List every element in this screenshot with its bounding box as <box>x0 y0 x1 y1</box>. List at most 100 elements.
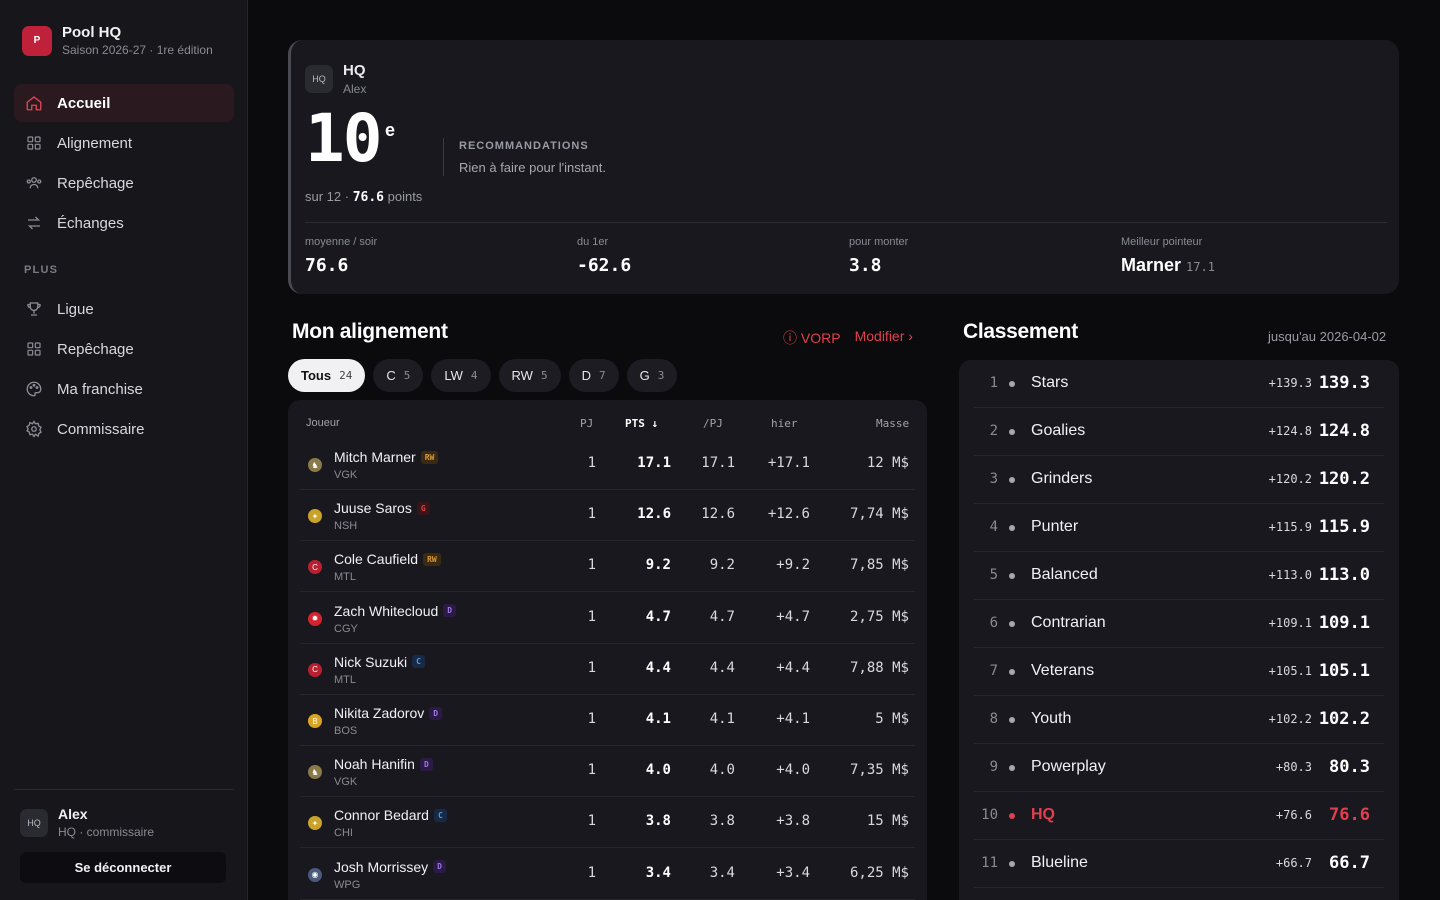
player-name[interactable]: Zach Whitecloud D <box>334 603 457 619</box>
standings-rank: 2 <box>989 423 998 439</box>
standings-points: 105.1 <box>1318 661 1370 681</box>
standings-row[interactable]: 7 Veterans +105.1 105.1 <box>974 648 1384 696</box>
sidebar-item-commissaire[interactable]: Commissaire <box>14 410 234 448</box>
status-dot-icon <box>1009 765 1015 771</box>
cell-ppg: 3.4 <box>709 864 735 881</box>
table-row[interactable]: ♞ Mitch Marner RW VGK 1 17.1 17.1 +17.1 12 M$ <box>300 439 915 490</box>
top-scorer-name[interactable]: Marner <box>1121 255 1181 275</box>
team-logo-icon: ✦ <box>308 816 322 831</box>
standings-row[interactable]: 8 Youth +102.2 102.2 <box>974 696 1384 744</box>
status-dot-icon <box>1009 861 1015 867</box>
standings-row[interactable]: 10 HQ +76.6 76.6 <box>974 792 1384 840</box>
sidebar-item-alignement[interactable]: Alignement <box>14 124 234 162</box>
player-name-text: Noah Hanifin <box>334 756 415 773</box>
cell-ppg: 4.1 <box>709 711 735 727</box>
col-yesterday[interactable]: hier <box>771 417 798 430</box>
filter-chip-rw[interactable]: RW 5 <box>498 359 561 392</box>
cell-ppg: 3.8 <box>709 813 735 830</box>
col-salary[interactable]: Masse <box>876 417 909 430</box>
standings-rank: 1 <box>989 375 998 391</box>
filter-chip-lw[interactable]: LW 4 <box>431 359 491 392</box>
sidebar-item-ligue[interactable]: Ligue <box>14 290 234 328</box>
filter-chip-c[interactable]: C5 <box>373 359 424 392</box>
player-name[interactable]: Juuse Saros G <box>334 500 430 516</box>
table-row[interactable]: ✦ Connor Bedard C CHI 1 3.8 3.8 +3.8 15 M$ <box>300 797 915 849</box>
standings-row[interactable]: 9 Powerplay +80.3 80.3 <box>974 744 1384 792</box>
sidebar-item-ma-franchise[interactable]: Ma franchise <box>14 370 234 408</box>
player-name[interactable]: Cole Caufield RW <box>334 551 441 567</box>
cell-yesterday: +4.1 <box>776 711 810 727</box>
player-name[interactable]: Nikita Zadorov D <box>334 705 443 721</box>
standings-date: jusqu'au 2026-04-02 <box>1268 329 1387 344</box>
sidebar-item-echanges[interactable]: Échanges <box>14 204 234 242</box>
standings-delta: +113.0 <box>1268 568 1312 582</box>
filter-chip-tous[interactable]: Tous 24 <box>288 359 366 392</box>
filter-chip-d[interactable]: D7 <box>568 359 619 392</box>
standings-row[interactable]: 5 Balanced +113.0 113.0 <box>974 552 1384 600</box>
standings-rank: 9 <box>989 759 998 775</box>
cell-pts: 12.6 <box>637 506 671 523</box>
standings-row[interactable]: 4 Punter +115.9 115.9 <box>974 504 1384 552</box>
users-icon <box>25 174 43 192</box>
team-badge[interactable]: HQ HQ Alex <box>305 62 366 96</box>
col-gp[interactable]: PJ <box>580 417 593 430</box>
position-badge: D <box>443 604 457 618</box>
player-name[interactable]: Nick Suzuki C <box>334 654 425 670</box>
standings-points: 66.7 <box>1329 853 1370 873</box>
cell-ppg: 9.2 <box>709 557 735 574</box>
standings-points: 80.3 <box>1329 757 1370 777</box>
player-name[interactable]: Josh Morrissey D <box>334 859 446 875</box>
standings-row[interactable]: 6 Contrarian +109.1 109.1 <box>974 600 1384 648</box>
cell-salary: 7,85 M$ <box>849 557 909 574</box>
table-row[interactable]: B Nikita Zadorov D BOS 1 4.1 4.1 +4.1 5 M$ <box>300 695 915 746</box>
position-badge: D <box>419 757 433 771</box>
chip-label: Tous <box>301 368 332 383</box>
player-name[interactable]: Noah Hanifin D <box>334 756 433 772</box>
recommendations-text: Rien à faire pour l'instant. <box>459 160 607 175</box>
sidebar-item-label: Ma franchise <box>57 380 143 398</box>
sidebar-item-repechage[interactable]: Repêchage <box>14 330 234 368</box>
col-pts[interactable]: PTS ↓ <box>625 417 658 430</box>
standings-row[interactable]: 3 Grinders +120.2 120.2 <box>974 456 1384 504</box>
standings-row[interactable]: 1 Stars +139.3 139.3 <box>974 360 1384 408</box>
vorp-toggle[interactable]: ⓘ VORP <box>783 328 841 348</box>
rank-sub-prefix: sur 12 · <box>305 189 353 204</box>
table-row[interactable]: C Cole Caufield RW MTL 1 9.2 9.2 +9.2 7,85 M$ <box>300 541 915 593</box>
standings-rank: 10 <box>981 807 998 823</box>
app-name: Pool HQ <box>62 24 122 41</box>
player-name[interactable]: Mitch Marner RW <box>334 449 439 465</box>
brand[interactable]: P Pool HQ Saison 2026-27 · 1re édition <box>22 24 213 57</box>
logout-button[interactable]: Se déconnecter <box>20 852 226 883</box>
cell-yesterday: +17.1 <box>767 455 810 471</box>
col-ppg[interactable]: /PJ <box>703 417 723 430</box>
standings-row[interactable]: 11 Blueline +66.7 66.7 <box>974 840 1384 888</box>
player-name[interactable]: Connor Bedard C <box>334 807 447 823</box>
sidebar-item-accueil[interactable]: Accueil <box>14 84 234 122</box>
cell-ppg: 12.6 <box>701 506 735 523</box>
standings-points: 115.9 <box>1318 517 1370 537</box>
sidebar: P Pool HQ Saison 2026-27 · 1re édition A… <box>0 0 248 900</box>
cell-yesterday: +3.4 <box>776 864 810 881</box>
standings-points: 109.1 <box>1318 613 1370 633</box>
status-dot-icon <box>1009 621 1015 627</box>
col-player[interactable]: Joueur <box>306 417 340 429</box>
table-row[interactable]: ◉ Josh Morrissey D WPG 1 3.4 3.4 +3.4 6,25 M$ <box>300 849 915 900</box>
edit-lineup-link[interactable]: Modifier › <box>855 328 913 348</box>
team-name: HQ <box>343 62 366 79</box>
user-card[interactable]: HQ Alex HQ · commissaire <box>20 806 154 839</box>
rank-sub-suffix: points <box>384 189 423 204</box>
user-name: Alex <box>58 806 88 822</box>
table-row[interactable]: ✹ Zach Whitecloud D CGY 1 4.7 4.7 +4.7 2,75 M$ <box>300 593 915 644</box>
cell-salary: 7,35 M$ <box>849 762 909 779</box>
table-row[interactable]: ♞ Noah Hanifin D VGK 1 4.0 4.0 +4.0 7,35 M$ <box>300 746 915 798</box>
position-filters: Tous 24 C 5 LW 4 RW 5 D 7 G 3 <box>288 359 678 392</box>
standings-points: 124.8 <box>1318 421 1370 441</box>
table-row[interactable]: ✦ Juuse Saros G NSH 1 12.6 12.6 +12.6 7,74 M$ <box>300 490 915 542</box>
player-name-text: Cole Caufield <box>334 551 419 568</box>
sidebar-item-label: Commissaire <box>57 420 145 438</box>
table-row[interactable]: C Nick Suzuki C MTL 1 4.4 4.4 +4.4 7,88 M$ <box>300 644 915 695</box>
standings-row[interactable]: 2 Goalies +124.8 124.8 <box>974 408 1384 456</box>
standings-rank: 7 <box>989 663 998 679</box>
sidebar-item-repechage[interactable]: Repêchage <box>14 164 234 202</box>
filter-chip-g[interactable]: G3 <box>626 359 678 392</box>
